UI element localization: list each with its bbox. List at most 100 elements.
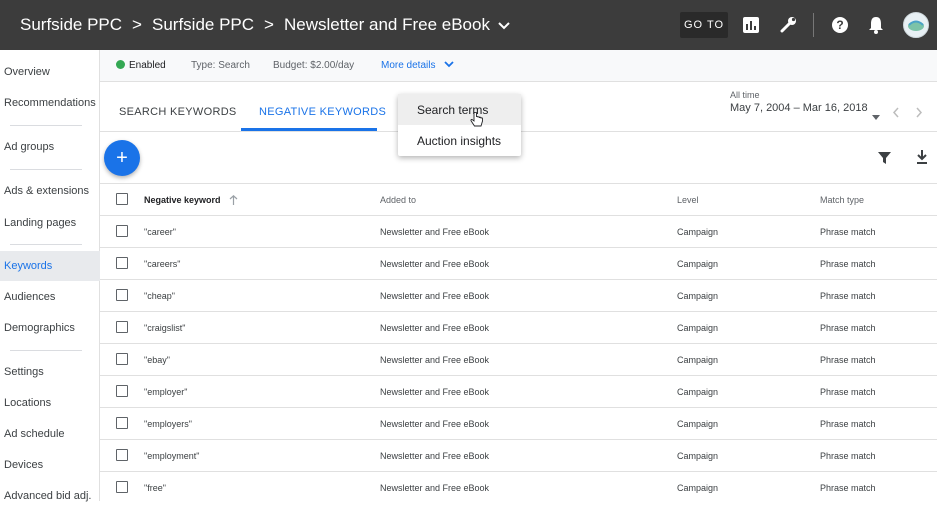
sidebar-item-settings[interactable]: Settings: [0, 357, 100, 387]
status-enabled: Enabled: [116, 60, 166, 71]
table-row[interactable]: "career" Newsletter and Free eBook Campaig…: [100, 215, 937, 247]
added-to-cell[interactable]: Newsletter and Free eBook: [380, 344, 489, 375]
row-checkbox[interactable]: [116, 225, 128, 237]
row-checkbox[interactable]: [116, 353, 128, 365]
level-cell: Campaign: [677, 290, 719, 301]
sidebar-item-overview[interactable]: Overview: [0, 57, 100, 87]
added-to-cell[interactable]: Newsletter and Free eBook: [380, 280, 489, 311]
match-type-cell: Phrase match: [820, 226, 876, 237]
level-cell: Campaign: [677, 226, 719, 237]
caret-down-icon[interactable]: [872, 107, 880, 125]
level-cell: Campaign: [677, 258, 719, 269]
sidebar-item-landing-pages[interactable]: Landing pages: [0, 208, 100, 238]
added-to-cell[interactable]: Newsletter and Free eBook: [380, 440, 489, 471]
row-checkbox[interactable]: [116, 449, 128, 461]
added-to-cell[interactable]: Newsletter and Free eBook: [380, 312, 489, 343]
menu-item-auction-insights[interactable]: Auction insights: [398, 125, 521, 156]
table-row[interactable]: "employer" Newsletter and Free eBook Campa…: [100, 375, 937, 407]
toolbar-divider: [813, 13, 814, 37]
column-header-level[interactable]: Level: [677, 184, 699, 215]
table-row[interactable]: "ebay" Newsletter and Free eBook Campaign P…: [100, 343, 937, 375]
breadcrumb-account[interactable]: Surfside PPC: [20, 15, 122, 35]
table-row[interactable]: "craigslist" Newsletter and Free eBook Cam…: [100, 311, 937, 343]
sidebar-item-devices[interactable]: Devices: [0, 450, 100, 480]
row-checkbox[interactable]: [116, 385, 128, 397]
sidebar: Overview Recommendations Ad groups Ads &…: [0, 50, 100, 502]
keyword-cell[interactable]: "free": [144, 472, 166, 503]
level-cell: Campaign: [677, 386, 719, 397]
column-header-match-type[interactable]: Match type: [820, 184, 864, 215]
keyword-cell[interactable]: "cheap": [144, 280, 175, 311]
account-avatar[interactable]: [903, 12, 929, 38]
row-checkbox[interactable]: [116, 417, 128, 429]
sidebar-item-ad-groups[interactable]: Ad groups: [0, 132, 100, 162]
level-cell: Campaign: [677, 450, 719, 461]
sidebar-divider: [10, 350, 82, 351]
more-details-link[interactable]: More details: [381, 60, 454, 71]
sidebar-item-keywords[interactable]: Keywords: [0, 251, 100, 281]
next-period-icon[interactable]: [915, 105, 923, 123]
breadcrumb-separator: >: [132, 15, 142, 34]
keyword-cell[interactable]: "ebay": [144, 344, 170, 375]
table-row[interactable]: "free" Newsletter and Free eBook Campaign P…: [100, 471, 937, 503]
reports-icon[interactable]: [741, 14, 761, 36]
sidebar-divider: [10, 169, 82, 170]
breadcrumb: Surfside PPC > Surfside PPC > Newsletter…: [0, 15, 510, 35]
tools-icon[interactable]: [779, 14, 799, 36]
keyword-cell[interactable]: "employers": [144, 408, 192, 439]
sidebar-item-advanced-bid-adj[interactable]: Advanced bid adj.: [0, 481, 100, 511]
prev-period-icon[interactable]: [892, 105, 900, 123]
keyword-cell[interactable]: "career": [144, 216, 176, 247]
column-header-negative-keyword[interactable]: Negative keyword: [144, 184, 238, 215]
added-to-cell[interactable]: Newsletter and Free eBook: [380, 216, 489, 247]
menu-item-search-terms[interactable]: Search terms: [398, 94, 521, 125]
add-negative-keyword-button[interactable]: +: [104, 140, 140, 176]
sidebar-item-audiences[interactable]: Audiences: [0, 282, 100, 312]
keyword-cell[interactable]: "employment": [144, 440, 199, 471]
row-checkbox[interactable]: [116, 321, 128, 333]
select-all-checkbox[interactable]: [116, 193, 128, 205]
table-row[interactable]: "employment" Newsletter and Free eBook Cam…: [100, 439, 937, 471]
table-body: "career" Newsletter and Free eBook Campaig…: [100, 215, 937, 503]
sidebar-item-demographics[interactable]: Demographics: [0, 313, 100, 343]
sidebar-item-ad-schedule[interactable]: Ad schedule: [0, 419, 100, 449]
table-row[interactable]: "employers" Newsletter and Free eBook Camp…: [100, 407, 937, 439]
breadcrumb-campaign-account[interactable]: Surfside PPC: [152, 15, 254, 35]
level-cell: Campaign: [677, 482, 719, 493]
added-to-cell[interactable]: Newsletter and Free eBook: [380, 248, 489, 279]
goto-button[interactable]: GO TO: [680, 12, 728, 38]
tab-search-keywords[interactable]: SEARCH KEYWORDS: [119, 106, 237, 118]
row-checkbox[interactable]: [116, 257, 128, 269]
row-checkbox[interactable]: [116, 289, 128, 301]
download-icon[interactable]: [916, 150, 928, 169]
sidebar-item-locations[interactable]: Locations: [0, 388, 100, 418]
added-to-cell[interactable]: Newsletter and Free eBook: [380, 376, 489, 407]
match-type-cell: Phrase match: [820, 386, 876, 397]
row-checkbox[interactable]: [116, 481, 128, 493]
help-icon[interactable]: ?: [830, 14, 850, 36]
tab-negative-keywords[interactable]: NEGATIVE KEYWORDS: [259, 106, 386, 118]
added-to-cell[interactable]: Newsletter and Free eBook: [380, 408, 489, 439]
sort-arrow-up-icon: [229, 194, 237, 205]
enabled-dot-icon: [116, 60, 125, 69]
added-to-cell[interactable]: Newsletter and Free eBook: [380, 472, 489, 503]
table-row[interactable]: "careers" Newsletter and Free eBook Campai…: [100, 247, 937, 279]
date-range-picker[interactable]: All time May 7, 2004 – Mar 16, 2018: [730, 90, 868, 114]
column-header-added-to[interactable]: Added to: [380, 184, 416, 215]
keyword-cell[interactable]: "careers": [144, 248, 180, 279]
match-type-cell: Phrase match: [820, 258, 876, 269]
negative-keywords-table: Negative keyword Added to Level Match ty…: [100, 183, 937, 503]
chevron-down-icon[interactable]: [498, 15, 510, 35]
sidebar-item-recommendations[interactable]: Recommendations: [0, 88, 100, 118]
filter-icon[interactable]: [878, 151, 891, 169]
keyword-cell[interactable]: "employer": [144, 376, 187, 407]
sidebar-item-ads-extensions[interactable]: Ads & extensions: [0, 176, 100, 206]
breadcrumb-campaign[interactable]: Newsletter and Free eBook: [284, 15, 490, 35]
match-type-cell: Phrase match: [820, 322, 876, 333]
level-cell: Campaign: [677, 322, 719, 333]
table-row[interactable]: "cheap" Newsletter and Free eBook Campaign…: [100, 279, 937, 311]
keyword-cell[interactable]: "craigslist": [144, 312, 185, 343]
match-type-cell: Phrase match: [820, 354, 876, 365]
level-cell: Campaign: [677, 418, 719, 429]
notifications-icon[interactable]: [866, 14, 886, 36]
